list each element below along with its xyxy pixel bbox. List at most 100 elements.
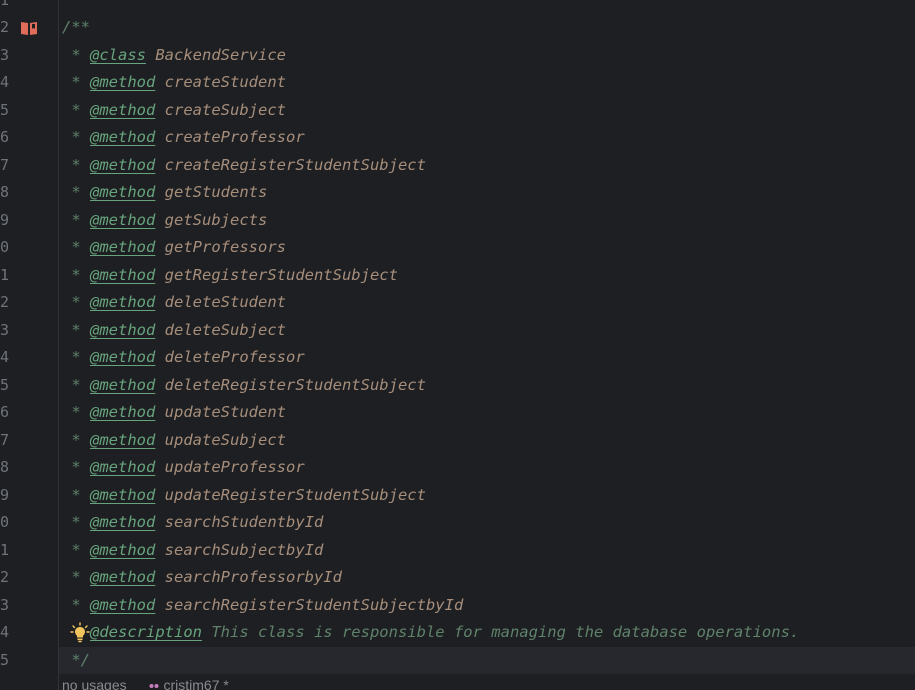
javadoc-tag[interactable]: @method [90,156,155,174]
code-line[interactable]: * @method updateSubject [59,427,915,455]
code-vision-hints[interactable]: no usages cristim67 * [62,677,229,690]
method-reference[interactable]: createSubject [165,101,286,119]
javadoc-tag[interactable]: @method [90,293,155,311]
line-number[interactable]: 3 [0,592,14,620]
code-line[interactable]: * @method searchProfessorbyId [59,564,915,592]
method-reference[interactable]: createRegisterStudentSubject [165,156,426,174]
javadoc-tag[interactable]: @method [90,266,155,284]
code-line[interactable]: * @method deleteStudent [59,289,915,317]
code-line[interactable]: * @method searchRegisterStudentSubjectby… [59,592,915,620]
lightbulb-icon[interactable] [70,622,90,644]
method-reference[interactable]: searchRegisterStudentSubjectbyId [165,596,464,614]
method-reference[interactable]: getSubjects [165,211,268,229]
method-reference[interactable]: createStudent [165,73,286,91]
javadoc-tag[interactable]: @method [90,596,155,614]
line-number[interactable]: 0 [0,234,14,262]
line-number[interactable]: 5 [0,372,14,400]
line-number[interactable]: 6 [0,124,14,152]
book-icon[interactable] [20,19,38,37]
javadoc-tag[interactable]: @method [90,486,155,504]
javadoc-tag[interactable]: @method [90,431,155,449]
line-number[interactable]: 4 [0,619,14,647]
method-reference[interactable]: updateProfessor [165,458,305,476]
line-number[interactable]: 1 [0,262,14,290]
line-number[interactable]: 4 [0,344,14,372]
method-reference[interactable]: getStudents [165,183,268,201]
javadoc-tag[interactable]: @description [90,623,202,641]
javadoc-tag[interactable]: @class [90,46,146,64]
line-number[interactable]: 7 [0,152,14,180]
code-line[interactable]: * @method getRegisterStudentSubject [59,262,915,290]
code-line[interactable]: * @class BackendService [59,42,915,70]
method-reference[interactable]: getRegisterStudentSubject [165,266,398,284]
method-reference[interactable]: updateStudent [165,403,286,421]
code-line[interactable]: * @method createProfessor [59,124,915,152]
method-reference[interactable]: createProfessor [165,128,305,146]
code-editor[interactable]: /** * @class BackendService * @method cr… [59,0,915,690]
javadoc-tag[interactable]: @method [90,128,155,146]
code-line[interactable]: * @method createStudent [59,69,915,97]
method-reference[interactable]: searchSubjectbyId [165,541,324,559]
line-number[interactable]: 5 [0,647,14,675]
line-number[interactable]: 6 [0,399,14,427]
code-line[interactable]: /** [59,14,915,42]
code-line[interactable] [59,0,915,14]
method-reference[interactable]: searchStudentbyId [165,513,324,531]
method-reference[interactable]: deleteStudent [165,293,286,311]
code-line[interactable]: * @method updateStudent [59,399,915,427]
code-line[interactable]: */ [59,646,915,674]
javadoc-tag[interactable]: @method [90,211,155,229]
line-number[interactable]: 5 [0,97,14,125]
line-number[interactable]: 4 [0,69,14,97]
line-number[interactable]: 0 [0,509,14,537]
javadoc-tag[interactable]: @method [90,348,155,366]
line-number[interactable]: 2 [0,14,14,42]
line-number[interactable]: 8 [0,454,14,482]
method-reference[interactable]: deleteSubject [165,321,286,339]
javadoc-tag[interactable]: @method [90,376,155,394]
method-reference[interactable]: getProfessors [165,238,286,256]
code-line[interactable]: @description This class is responsible f… [59,619,915,647]
javadoc-tag[interactable]: @method [90,458,155,476]
method-reference[interactable]: updateRegisterStudentSubject [165,486,426,504]
line-number[interactable]: 1 [0,0,14,14]
method-reference[interactable]: deleteProfessor [165,348,305,366]
line-number[interactable]: 1 [0,537,14,565]
javadoc-tag[interactable]: @method [90,73,155,91]
javadoc-tag[interactable]: @method [90,238,155,256]
class-reference[interactable]: BackendService [155,46,286,64]
author-hint[interactable]: cristim67 * [164,677,229,690]
javadoc-tag[interactable]: @method [90,541,155,559]
line-number[interactable]: 3 [0,42,14,70]
code-line[interactable]: * @method deleteProfessor [59,344,915,372]
code-line[interactable]: * @method getSubjects [59,207,915,235]
code-line[interactable]: * @method getProfessors [59,234,915,262]
usages-hint[interactable]: no usages [62,677,127,690]
method-reference[interactable]: updateSubject [165,431,286,449]
code-line[interactable]: * @method createSubject [59,97,915,125]
javadoc-tag[interactable]: @method [90,513,155,531]
method-reference[interactable]: deleteRegisterStudentSubject [165,376,426,394]
line-number[interactable]: 7 [0,427,14,455]
line-number[interactable]: 8 [0,179,14,207]
line-number-gutter[interactable]: 1234567890123456789012345 [0,0,59,690]
line-number[interactable]: 9 [0,207,14,235]
javadoc-tag[interactable]: @method [90,183,155,201]
method-reference[interactable]: searchProfessorbyId [165,568,342,586]
line-number[interactable]: 2 [0,289,14,317]
javadoc-tag[interactable]: @method [90,321,155,339]
line-number[interactable]: 2 [0,564,14,592]
line-number[interactable]: 9 [0,482,14,510]
code-line[interactable]: * @method getStudents [59,179,915,207]
code-line[interactable]: * @method searchStudentbyId [59,509,915,537]
line-number[interactable]: 3 [0,317,14,345]
code-line[interactable]: * @method searchSubjectbyId [59,537,915,565]
javadoc-tag[interactable]: @method [90,101,155,119]
code-line[interactable]: * @method createRegisterStudentSubject [59,152,915,180]
code-line[interactable]: * @method updateProfessor [59,454,915,482]
code-line[interactable]: * @method updateRegisterStudentSubject [59,482,915,510]
code-line[interactable]: * @method deleteSubject [59,317,915,345]
javadoc-tag[interactable]: @method [90,403,155,421]
code-line[interactable]: * @method deleteRegisterStudentSubject [59,372,915,400]
javadoc-tag[interactable]: @method [90,568,155,586]
